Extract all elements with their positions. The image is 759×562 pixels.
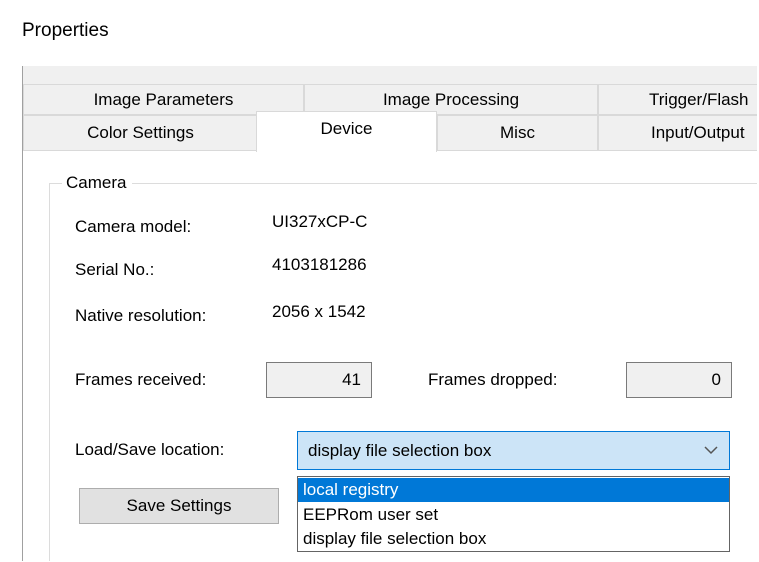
frames-received-field: 41 xyxy=(266,362,372,398)
properties-window: Properties Image Parameters Image Proces… xyxy=(0,0,759,562)
load-save-location-combobox[interactable]: display file selection box xyxy=(297,431,730,470)
frames-dropped-label: Frames dropped: xyxy=(428,370,558,389)
save-settings-button[interactable]: Save Settings xyxy=(79,488,279,524)
native-resolution-label: Native resolution: xyxy=(75,306,207,325)
tab-misc[interactable]: Misc xyxy=(437,115,598,151)
tab-color-settings[interactable]: Color Settings xyxy=(23,115,258,151)
frames-dropped-field: 0 xyxy=(626,362,732,398)
option-local-registry[interactable]: local registry xyxy=(298,478,729,502)
option-display-file-selection-box[interactable]: display file selection box xyxy=(298,527,729,551)
camera-model-label: Camera model: xyxy=(75,217,192,236)
serial-label: Serial No.: xyxy=(75,260,155,279)
native-resolution-value: 2056 x 1542 xyxy=(272,302,366,321)
combobox-selected-value: display file selection box xyxy=(308,441,492,460)
frames-received-label: Frames received: xyxy=(75,370,207,389)
tab-trigger-flash[interactable]: Trigger/Flash xyxy=(598,84,759,115)
load-save-location-label: Load/Save location: xyxy=(75,440,225,459)
camera-model-value: UI327xCP-C xyxy=(272,212,368,231)
chevron-down-icon[interactable] xyxy=(704,445,718,455)
serial-value: 4103181286 xyxy=(272,255,367,274)
load-save-location-dropdown-list: local registry EEPRom user set display f… xyxy=(297,476,730,552)
tab-input-output[interactable]: Input/Output xyxy=(598,115,759,151)
option-eeprom-user-set[interactable]: EEPRom user set xyxy=(298,503,729,527)
camera-group-title: Camera xyxy=(62,173,133,193)
window-title: Properties xyxy=(22,20,109,41)
tab-device[interactable]: Device xyxy=(256,111,437,152)
title-bar: Properties xyxy=(0,0,759,64)
